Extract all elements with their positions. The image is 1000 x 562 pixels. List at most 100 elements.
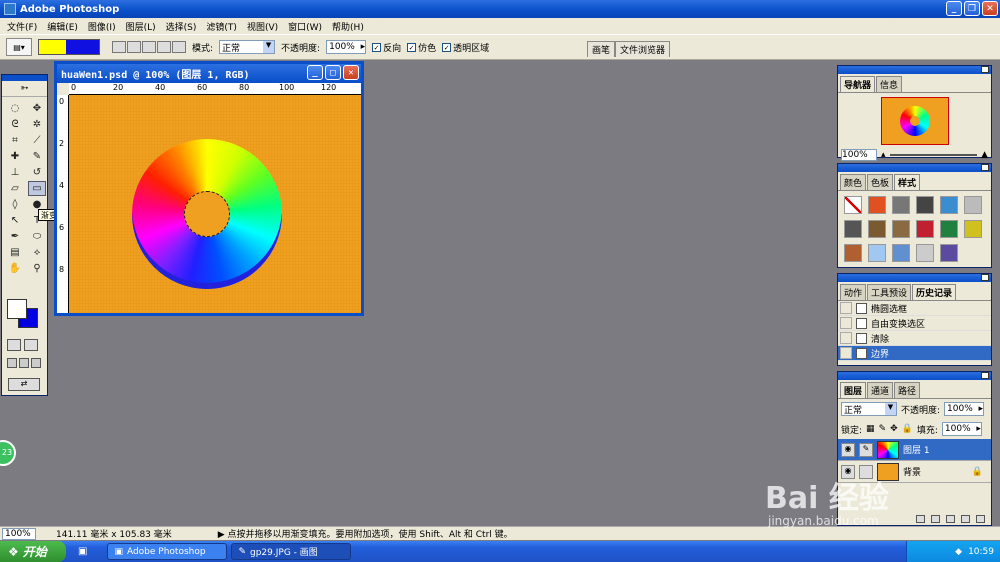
panel-header[interactable] <box>838 372 991 380</box>
layer-mask-button[interactable] <box>931 515 940 523</box>
standard-mode-button[interactable] <box>7 339 21 351</box>
layer-style-button[interactable] <box>916 515 925 523</box>
style-swatch[interactable] <box>940 220 958 238</box>
style-swatch[interactable] <box>964 220 982 238</box>
style-swatch[interactable] <box>844 196 862 214</box>
lock-position-icon[interactable]: ✥ <box>890 424 898 434</box>
menu-help[interactable]: 帮助(H) <box>327 20 369 33</box>
style-swatch[interactable] <box>868 244 886 262</box>
tab-navigator[interactable]: 导航器 <box>840 76 876 92</box>
brush-link-icon[interactable]: ✎ <box>859 442 873 457</box>
arrow-right-icon[interactable]: ▸ <box>361 42 366 52</box>
menu-select[interactable]: 选择(S) <box>161 20 202 33</box>
move-tool-icon[interactable]: ✥ <box>28 101 46 116</box>
magic-wand-tool-icon[interactable]: ✲ <box>28 117 46 132</box>
zoom-field[interactable]: 100% <box>2 527 36 540</box>
lock-all-icon[interactable]: 🔒 <box>902 424 913 434</box>
eyedropper-tool-icon[interactable]: ⟡ <box>28 245 46 260</box>
tab-channels[interactable]: 通道 <box>867 382 894 398</box>
menu-file[interactable]: 文件(F) <box>2 20 42 33</box>
tab-swatches[interactable]: 色板 <box>867 174 894 190</box>
screen-mode-full[interactable] <box>31 358 41 368</box>
style-swatch[interactable] <box>916 196 934 214</box>
opacity-input[interactable]: 100% ▸ <box>326 40 367 54</box>
doc-minimize-button[interactable]: _ <box>307 65 323 80</box>
task-photoshop[interactable]: ▣ Adobe Photoshop <box>107 543 228 560</box>
doc-maximize-button[interactable]: □ <box>325 65 341 80</box>
zoom-tool-icon[interactable]: ⚲ <box>28 261 46 276</box>
tab-info[interactable]: 信息 <box>876 76 903 92</box>
history-brush-icon[interactable]: ↺ <box>28 165 46 180</box>
stamp-tool-icon[interactable]: ⊥ <box>6 165 24 180</box>
style-swatch[interactable] <box>892 220 910 238</box>
marquee-tool-icon[interactable]: ◌ <box>6 101 24 116</box>
image-canvas[interactable] <box>69 95 361 313</box>
lock-transparency-icon[interactable]: ▦ <box>866 424 875 434</box>
linear-gradient-button[interactable] <box>112 41 126 53</box>
blur-tool-icon[interactable]: ◊ <box>6 197 24 212</box>
pen-tool-icon[interactable]: ✒ <box>6 229 24 244</box>
fill-input[interactable]: 100% ▸ <box>941 422 982 436</box>
new-set-button[interactable] <box>946 515 955 523</box>
history-item[interactable]: 清除 <box>838 331 991 346</box>
doc-close-button[interactable]: ✕ <box>343 65 359 80</box>
start-button[interactable]: ❖ 开始 <box>0 541 66 562</box>
zoom-out-icon[interactable]: ▴ <box>881 150 886 160</box>
delete-layer-button[interactable] <box>976 515 985 523</box>
minimize-button[interactable]: _ <box>946 1 962 16</box>
tab-styles[interactable]: 样式 <box>894 174 921 190</box>
tab-color[interactable]: 颜色 <box>840 174 867 190</box>
crop-tool-icon[interactable]: ⌗ <box>6 133 24 148</box>
path-select-tool-icon[interactable]: ↖ <box>6 213 24 228</box>
healing-brush-icon[interactable]: ✚ <box>6 149 24 164</box>
gradient-picker[interactable] <box>38 39 100 55</box>
panel-minimize-icon[interactable] <box>981 66 989 73</box>
dither-checkbox[interactable]: ✓ 仿色 <box>407 41 436 54</box>
tab-brushes[interactable]: 画笔 <box>586 41 615 57</box>
screen-mode-standard[interactable] <box>7 358 17 368</box>
style-swatch[interactable] <box>868 220 886 238</box>
new-layer-button[interactable] <box>961 515 970 523</box>
notes-tool-icon[interactable]: ▤ <box>6 245 24 260</box>
diamond-gradient-button[interactable] <box>172 41 186 53</box>
tab-history[interactable]: 历史记录 <box>912 284 957 300</box>
history-item[interactable]: 自由变换选区 <box>838 316 991 331</box>
menu-layer[interactable]: 图层(L) <box>121 20 161 33</box>
panel-minimize-icon[interactable] <box>981 164 989 171</box>
style-swatch[interactable] <box>892 196 910 214</box>
transparency-checkbox[interactable]: ✓ 透明区域 <box>442 41 489 54</box>
style-swatch[interactable] <box>844 244 862 262</box>
radial-gradient-button[interactable] <box>127 41 141 53</box>
menu-view[interactable]: 视图(V) <box>242 20 283 33</box>
panel-minimize-icon[interactable] <box>981 372 989 379</box>
tab-file-browser[interactable]: 文件浏览器 <box>614 41 670 57</box>
restore-button[interactable]: ❐ <box>964 1 980 16</box>
menu-edit[interactable]: 编辑(E) <box>42 20 83 33</box>
slice-tool-icon[interactable]: ⟋ <box>28 133 46 148</box>
tab-layers[interactable]: 图层 <box>840 382 867 398</box>
blend-mode-select[interactable]: 正常 ▼ <box>841 402 897 416</box>
menu-filter[interactable]: 滤镜(T) <box>201 20 242 33</box>
lock-image-icon[interactable]: ✎ <box>879 424 887 434</box>
tool-preset-picker[interactable]: ▤▾ <box>6 38 32 56</box>
close-button[interactable]: ✕ <box>982 1 998 16</box>
tray-icon[interactable]: ◆ <box>955 547 962 557</box>
layer-row-layer1[interactable]: ◉ ✎ 图层 1 <box>838 439 991 461</box>
navigator-zoom-input[interactable]: 100% <box>841 149 877 161</box>
layer-opacity-input[interactable]: 100% ▸ <box>944 402 985 416</box>
foreground-color-swatch[interactable] <box>7 299 27 319</box>
style-swatch[interactable] <box>964 196 982 214</box>
quickmask-mode-button[interactable] <box>24 339 38 351</box>
style-swatch[interactable] <box>868 196 886 214</box>
eye-icon[interactable]: ◉ <box>841 442 855 457</box>
panel-header[interactable] <box>838 164 991 172</box>
hand-tool-icon[interactable]: ✋ <box>6 261 24 276</box>
panel-minimize-icon[interactable] <box>981 274 989 281</box>
document-title-bar[interactable]: huaWen1.psd @ 100% (图层 1, RGB) _ □ ✕ <box>57 64 361 83</box>
menu-image[interactable]: 图像(I) <box>83 20 121 33</box>
brush-tool-icon[interactable]: ✎ <box>28 149 46 164</box>
panel-header[interactable] <box>838 274 991 282</box>
style-swatch[interactable] <box>940 196 958 214</box>
panel-header[interactable] <box>838 66 991 74</box>
menu-window[interactable]: 窗口(W) <box>283 20 327 33</box>
